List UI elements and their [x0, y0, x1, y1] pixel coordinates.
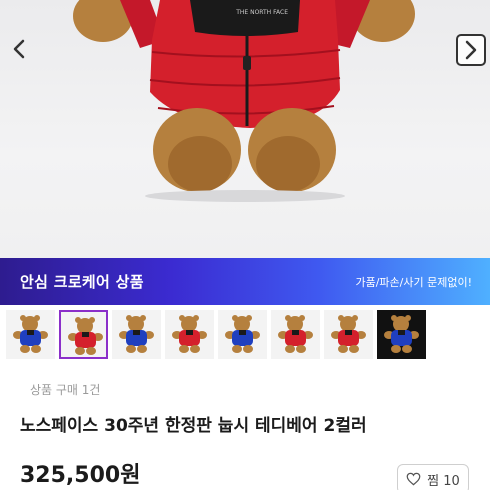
thumbnail-bear-image — [384, 315, 419, 353]
purchase-count: 상품 구매 1건 — [30, 383, 101, 397]
thumbnail[interactable] — [324, 310, 373, 359]
next-image-button[interactable] — [456, 34, 486, 66]
thumbnail-bear-image — [68, 317, 103, 355]
like-button[interactable]: 찜 10 — [397, 464, 469, 490]
banner-subtitle: 가품/파손/사기 문제없이! — [355, 275, 472, 289]
heart-outline-icon — [406, 472, 421, 486]
thumbnail-bear-image — [331, 315, 366, 353]
thumbnail-bear-image — [119, 315, 154, 353]
prev-image-button[interactable] — [6, 34, 32, 64]
thumbnail[interactable] — [112, 310, 161, 359]
thumbnail[interactable] — [59, 310, 108, 359]
like-count: 찜 10 — [427, 473, 460, 489]
thumbnail[interactable] — [271, 310, 320, 359]
thumbnail[interactable] — [377, 310, 426, 359]
thumbnail[interactable] — [6, 310, 55, 359]
safe-care-banner[interactable]: 안심 크로케어 상품 가품/파손/사기 문제없이! — [0, 258, 490, 305]
thumbnail-bear-image — [278, 315, 313, 353]
svg-text:THE NORTH FACE: THE NORTH FACE — [235, 9, 288, 16]
thumbnail-strip — [6, 310, 426, 360]
thumbnail[interactable] — [165, 310, 214, 359]
thumbnail[interactable] — [218, 310, 267, 359]
thumbnail-bear-image — [172, 315, 207, 353]
chevron-left-icon — [13, 39, 25, 59]
banner-title: 안심 크로케어 상품 — [20, 273, 144, 291]
product-image[interactable]: THE NORTH FACE — [0, 0, 490, 258]
thumbnail-bear-image — [13, 315, 48, 353]
teddy-bear-image: THE NORTH FACE — [73, 0, 415, 202]
product-title: 노스페이스 30주년 한정판 눕시 테디베어 2컬러 — [20, 416, 367, 436]
chevron-right-icon — [465, 40, 477, 60]
product-price: 325,500원 — [20, 463, 141, 488]
thumbnail-bear-image — [225, 315, 260, 353]
